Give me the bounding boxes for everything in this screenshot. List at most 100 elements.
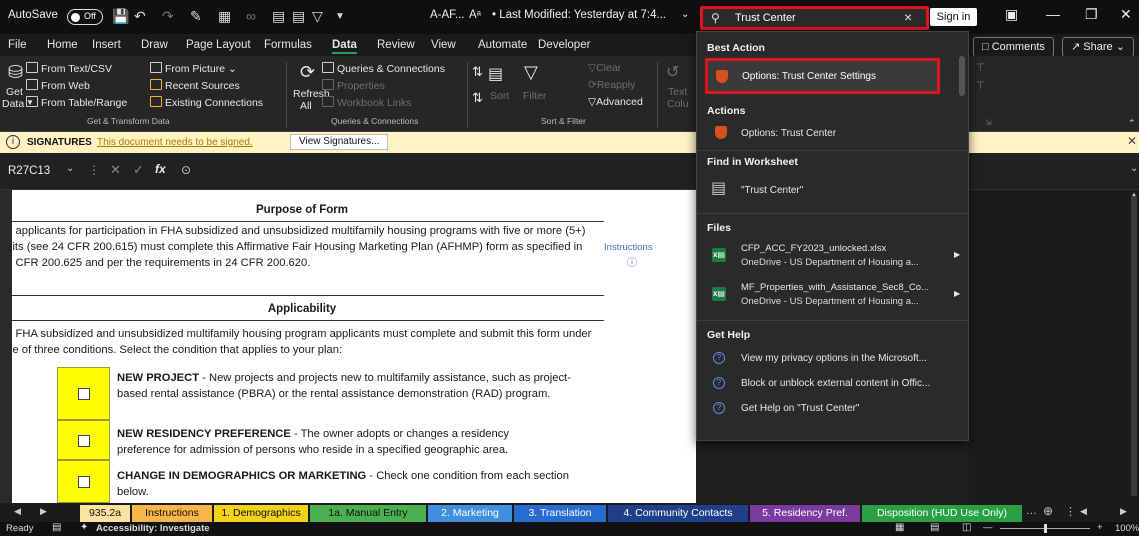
save-icon[interactable]: 💾 [112, 8, 129, 25]
workbook-links-button[interactable]: Workbook Links [322, 96, 412, 109]
new-residency-checkbox[interactable] [78, 435, 90, 447]
tab-formulas[interactable]: Formulas [264, 39, 312, 51]
page-break-view-icon[interactable]: ◫ [962, 522, 971, 533]
sheet-tab[interactable]: Disposition (HUD Use Only) [862, 505, 1022, 522]
info-icon[interactable]: ⓘ [627, 254, 637, 269]
new-project-checkbox[interactable] [78, 388, 90, 400]
tab-file[interactable]: File [8, 39, 27, 51]
filter-icon[interactable]: ▽ [312, 8, 323, 25]
cancel-icon[interactable]: ✕ [110, 162, 121, 178]
group-icon[interactable]: ⊤ [976, 62, 985, 74]
advanced-filter-button[interactable]: ▽Advanced [588, 96, 643, 108]
change-demographics-checkbox[interactable] [78, 476, 90, 488]
from-web-button[interactable]: From Web [26, 79, 90, 92]
sheet-tab[interactable]: 2. Marketing [428, 505, 512, 522]
find-item[interactable]: ▤ "Trust Center" [697, 176, 969, 202]
more-options-icon[interactable]: ⋮ [88, 163, 100, 177]
tab-page-layout[interactable]: Page Layout [186, 39, 251, 51]
accessibility-icon[interactable]: ⊙ [181, 163, 191, 177]
more-sheets-icon[interactable]: … [1026, 505, 1037, 517]
tab-review[interactable]: Review [377, 39, 415, 51]
scroll-tabs-right-icon[interactable]: ▶ [40, 506, 47, 517]
sort-az-icon[interactable]: ⇅ [472, 64, 483, 80]
normal-view-icon[interactable]: ▦ [895, 522, 904, 533]
sheet-tab[interactable]: 3. Translation [514, 505, 606, 522]
sort-za-icon[interactable]: ⇅ [472, 90, 483, 106]
borders-icon[interactable]: ▦ [218, 8, 231, 25]
restore-icon[interactable]: ❐ [1085, 6, 1098, 23]
tab-data[interactable]: Data [332, 39, 357, 54]
from-table-range-button[interactable]: From Table/Range [26, 96, 127, 109]
search-box[interactable]: ⚲ Trust Center × [700, 6, 929, 30]
instructions-link[interactable]: Instructions [604, 242, 653, 253]
ungroup-icon[interactable]: ⊤ [976, 80, 985, 92]
zoom-level[interactable]: 100% [1115, 523, 1139, 534]
queries-connections-button[interactable]: Queries & Connections [322, 62, 445, 75]
chevron-right-icon[interactable]: ▶ [954, 250, 960, 259]
tab-view[interactable]: View [431, 39, 456, 51]
chevron-right-icon[interactable]: ▶ [954, 289, 960, 298]
sheet-tab[interactable]: Instructions [132, 505, 212, 522]
ribbon-display-icon[interactable]: ▣ [1005, 6, 1018, 23]
filter-button[interactable]: Filter [523, 90, 546, 102]
sort-button[interactable]: Sort [490, 90, 509, 102]
file-item[interactable]: x▤ CFP_ACC_FY2023_unlocked.xlsx OneDrive… [697, 240, 969, 272]
view-signatures-button[interactable]: View Signatures... [290, 134, 389, 150]
format-painter-icon[interactable]: ✎ [190, 8, 202, 25]
undo-icon[interactable]: ↶ [134, 8, 146, 25]
comments-button[interactable]: □ Comments [973, 37, 1054, 57]
sign-link[interactable]: This document needs to be signed. [97, 137, 253, 148]
share-button[interactable]: ↗ Share ⌄ [1062, 37, 1134, 57]
text-to-columns-button[interactable]: Text [668, 86, 687, 98]
tab-insert[interactable]: Insert [92, 39, 121, 51]
clear-search-icon[interactable]: × [904, 9, 912, 25]
best-action-item[interactable]: Options: Trust Center Settings [705, 58, 940, 94]
customize-qat-icon[interactable]: ▼ [335, 11, 345, 22]
last-modified[interactable]: • Last Modified: Yesterday at 7:4... [492, 9, 666, 21]
help-item[interactable]: ? View my privacy options in the Microso… [697, 350, 969, 370]
reapply-button[interactable]: ⟳Reapply [588, 79, 635, 91]
accessibility-status[interactable]: Accessibility: Investigate [96, 523, 210, 534]
tab-draw[interactable]: Draw [141, 39, 168, 51]
minimize-icon[interactable]: — [1046, 6, 1060, 22]
close-icon[interactable]: ✕ [1120, 6, 1132, 23]
insert-function-button[interactable]: fx [155, 162, 166, 176]
zoom-in-icon[interactable]: + [1097, 522, 1103, 533]
help-item[interactable]: ? Get Help on "Trust Center" [697, 400, 969, 420]
sheet-tab[interactable]: 5. Residency Pref. [750, 505, 860, 522]
help-item[interactable]: ? Block or unblock external content in O… [697, 375, 969, 395]
sheet-tab[interactable]: 1a. Manual Entry [310, 505, 426, 522]
scroll-up-icon[interactable]: ▲ [1131, 192, 1137, 198]
clear-filter-button[interactable]: ▽Clear [588, 62, 621, 74]
chevron-down-icon[interactable]: ⌄ [681, 9, 689, 20]
action-trust-center[interactable]: Options: Trust Center [697, 124, 969, 144]
sensitivity-icon[interactable]: Aᵃ [469, 9, 481, 21]
hscroll-right-icon[interactable]: ▶ [1120, 506, 1127, 517]
file-item[interactable]: x▤ MF_Properties_with_Assistance_Sec8_Co… [697, 279, 969, 311]
print-preview-icon[interactable]: ▤ [272, 8, 285, 25]
link-icon[interactable]: ∞ [246, 8, 256, 24]
sheet-tab[interactable]: 1. Demographics [214, 505, 308, 522]
accessibility-checker-icon[interactable]: ✦ [80, 522, 88, 533]
autosave-toggle[interactable]: Off [67, 9, 103, 25]
outline-launcher-icon[interactable]: ⇲ [985, 118, 992, 127]
tab-home[interactable]: Home [47, 39, 78, 51]
existing-connections-button[interactable]: Existing Connections [150, 96, 263, 109]
vertical-scrollbar[interactable] [1131, 196, 1137, 496]
dropdown-scrollbar[interactable] [959, 56, 965, 96]
redo-icon[interactable]: ↷ [162, 8, 174, 25]
get-data-button[interactable]: Get [6, 86, 23, 98]
expand-formula-icon[interactable]: ⌄ [1130, 163, 1138, 174]
add-sheet-icon[interactable]: ⊕ [1043, 504, 1053, 518]
from-text-csv-button[interactable]: From Text/CSV [26, 62, 112, 75]
tab-options-icon[interactable]: ⋮ [1065, 505, 1076, 518]
search-input[interactable]: Trust Center [735, 12, 796, 24]
zoom-slider-thumb[interactable] [1044, 524, 1047, 533]
sheet-tab[interactable]: 4. Community Contacts [608, 505, 748, 522]
tab-developer[interactable]: Developer [538, 39, 590, 51]
macro-record-icon[interactable]: ▤ [52, 522, 61, 533]
sign-in-button[interactable]: Sign in [930, 8, 977, 26]
recent-sources-button[interactable]: Recent Sources [150, 79, 240, 92]
from-picture-button[interactable]: From Picture ⌄ [150, 62, 237, 75]
properties-button[interactable]: Properties [322, 79, 385, 92]
